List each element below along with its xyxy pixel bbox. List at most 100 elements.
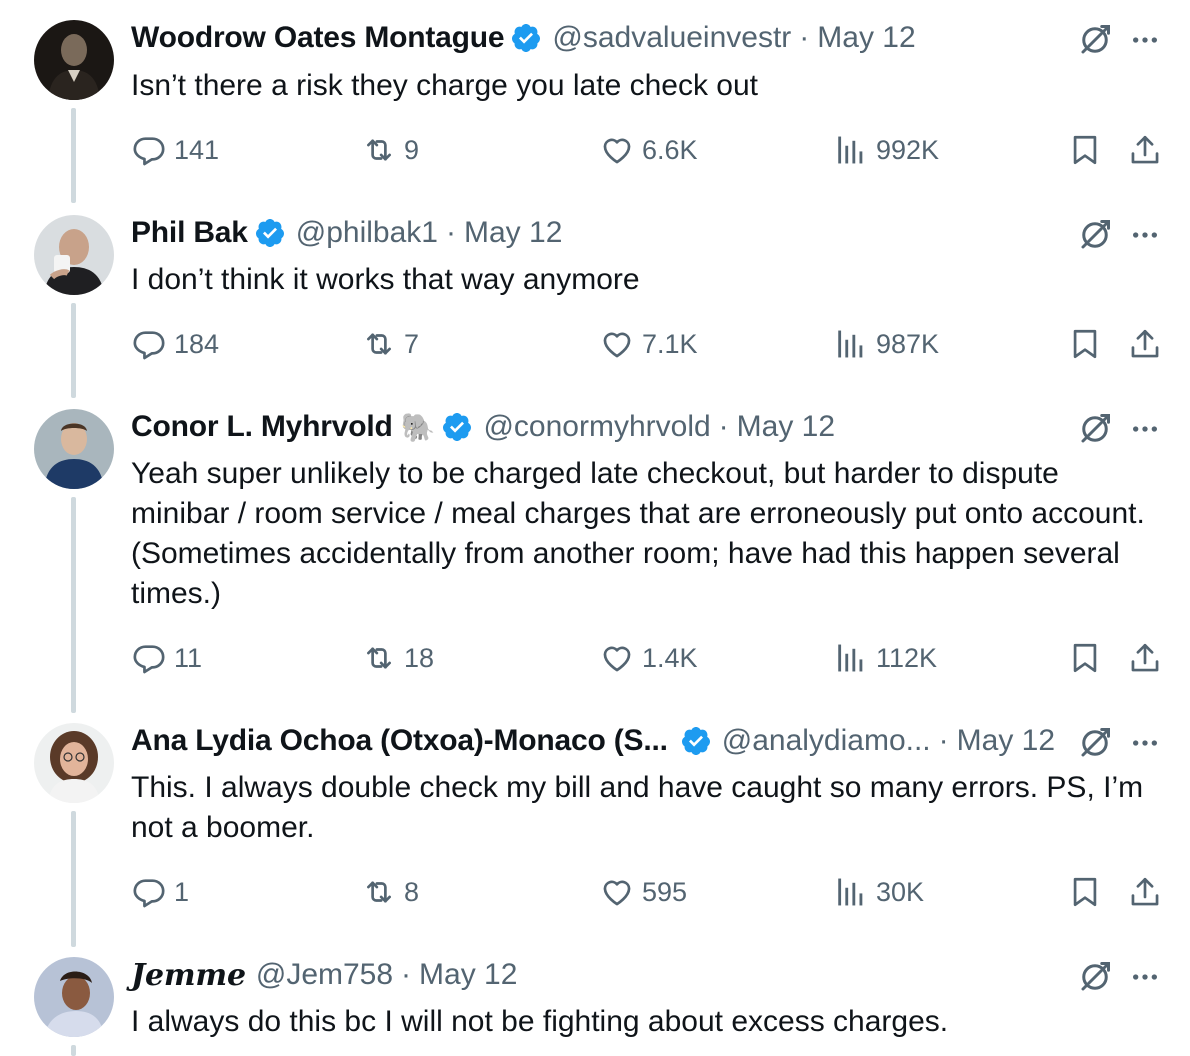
grok-icon[interactable]	[1077, 411, 1113, 447]
share-icon	[1128, 875, 1162, 909]
like-icon	[600, 133, 634, 167]
more-options-icon[interactable]	[1128, 219, 1162, 251]
views-count: 112K	[876, 642, 938, 673]
bookmark-button[interactable]	[1068, 130, 1102, 170]
like-button[interactable]: 6.6K	[600, 130, 698, 170]
separator-dot: ·	[446, 216, 456, 249]
reply-button[interactable]: 141	[132, 130, 219, 170]
reply-button[interactable]: 1	[132, 872, 189, 912]
repost-button[interactable]: 7	[362, 324, 419, 364]
views-icon	[834, 133, 868, 167]
author-handle[interactable]: @conormyhrvold	[483, 410, 710, 444]
tweet-header: Phil Bak @philbak1 · May 12	[131, 213, 1150, 253]
reply-count: 11	[174, 642, 203, 673]
tweet-1[interactable]: Woodrow Oates Montague @sadvalueinvestr …	[0, 0, 1190, 203]
avatar[interactable]	[34, 957, 114, 1037]
bookmark-icon	[1068, 327, 1102, 361]
share-button[interactable]	[1128, 872, 1162, 912]
more-options-icon[interactable]	[1128, 413, 1162, 445]
repost-icon	[362, 327, 396, 361]
repost-button[interactable]: 8	[362, 872, 419, 912]
separator-dot: ·	[718, 410, 729, 443]
tweet-3[interactable]: Conor L. Myhrvold 🐘 @conormyhrvold · May…	[0, 389, 1190, 713]
repost-count: 7	[404, 328, 420, 359]
tweet-date[interactable]: May 12	[419, 958, 517, 992]
reply-button[interactable]: 11	[132, 638, 202, 678]
repost-icon	[362, 875, 396, 909]
repost-count: 8	[404, 876, 420, 907]
verified-badge-icon	[510, 22, 542, 54]
tweet-date[interactable]: May 12	[737, 410, 835, 444]
mastodon-emoji: 🐘	[400, 411, 436, 443]
repost-button[interactable]: 9	[362, 130, 419, 170]
bookmark-button[interactable]	[1068, 872, 1102, 912]
action-bar: 11 18 1.4K 112K	[0, 638, 1190, 678]
reply-count: 184	[174, 328, 220, 359]
views-icon	[834, 875, 868, 909]
views-icon	[834, 327, 868, 361]
author-name[interactable]: Woodrow Oates Montague	[131, 21, 505, 55]
avatar[interactable]	[34, 20, 114, 100]
like-count: 7.1K	[642, 328, 698, 359]
tweet-text: This. I always double check my bill and …	[131, 771, 1144, 844]
like-button[interactable]: 595	[600, 872, 687, 912]
author-name[interactable]: Ana Lydia Ochoa (Otxoa)-Monaco (S...	[131, 724, 668, 758]
repost-icon	[362, 641, 396, 675]
bookmark-button[interactable]	[1068, 324, 1102, 364]
share-icon	[1128, 641, 1162, 675]
separator-dot: ·	[938, 724, 949, 757]
thread-line	[71, 1045, 76, 1056]
tweet-2[interactable]: Phil Bak @philbak1 · May 12 I don’t thin…	[0, 195, 1190, 398]
reply-icon	[132, 327, 166, 361]
author-handle[interactable]: @philbak1	[296, 216, 438, 250]
more-options-icon[interactable]	[1128, 961, 1162, 993]
bookmark-icon	[1068, 875, 1102, 909]
views-count: 987K	[876, 328, 940, 359]
like-count: 595	[642, 876, 688, 907]
tweet-4[interactable]: Ana Lydia Ochoa (Otxoa)-Monaco (S... @an…	[0, 703, 1190, 947]
share-button[interactable]	[1128, 638, 1162, 678]
tweet-5[interactable]: 𝑱𝒆𝒎𝒎𝒆 @Jem758 · May 12 I always do this …	[0, 937, 1190, 1056]
tweet-text: Yeah super unlikely to be charged late c…	[131, 457, 1145, 610]
views-count: 30K	[876, 876, 925, 907]
tweet-date[interactable]: May 12	[817, 21, 915, 55]
views-button[interactable]: 987K	[834, 324, 939, 364]
repost-button[interactable]: 18	[362, 638, 434, 678]
share-icon	[1128, 327, 1162, 361]
reply-icon	[132, 133, 166, 167]
grok-icon[interactable]	[1077, 22, 1113, 58]
reply-button[interactable]: 184	[132, 324, 219, 364]
avatar[interactable]	[34, 723, 114, 803]
views-button[interactable]: 992K	[834, 130, 939, 170]
bookmark-button[interactable]	[1068, 638, 1102, 678]
bookmark-icon	[1068, 133, 1102, 167]
author-handle[interactable]: @Jem758	[256, 958, 393, 992]
author-handle[interactable]: @analydiamo...	[722, 724, 931, 758]
grok-icon[interactable]	[1077, 959, 1113, 995]
author-name[interactable]: Phil Bak	[131, 216, 248, 250]
grok-icon[interactable]	[1077, 725, 1113, 761]
tweet-text: Isn’t there a risk they charge you late …	[131, 69, 758, 102]
like-button[interactable]: 7.1K	[600, 324, 698, 364]
tweet-text: I don’t think it works that way anymore	[131, 263, 640, 296]
avatar[interactable]	[34, 409, 114, 489]
share-button[interactable]	[1128, 130, 1162, 170]
thread-line	[71, 497, 76, 713]
tweet-date[interactable]: May 12	[957, 724, 1055, 758]
more-options-icon[interactable]	[1128, 24, 1162, 56]
views-icon	[834, 641, 868, 675]
avatar[interactable]	[34, 215, 114, 295]
more-options-icon[interactable]	[1128, 727, 1162, 759]
like-count: 1.4K	[642, 642, 698, 673]
author-handle[interactable]: @sadvalueinvestr	[552, 21, 791, 55]
like-icon	[600, 875, 634, 909]
views-button[interactable]: 112K	[834, 638, 937, 678]
author-name[interactable]: Conor L. Myhrvold	[131, 410, 393, 444]
like-button[interactable]: 1.4K	[600, 638, 698, 678]
repost-icon	[362, 133, 396, 167]
share-button[interactable]	[1128, 324, 1162, 364]
grok-icon[interactable]	[1077, 217, 1113, 253]
tweet-date[interactable]: May 12	[464, 216, 562, 250]
views-button[interactable]: 30K	[834, 872, 924, 912]
author-name[interactable]: 𝑱𝒆𝒎𝒎𝒆	[131, 958, 246, 993]
